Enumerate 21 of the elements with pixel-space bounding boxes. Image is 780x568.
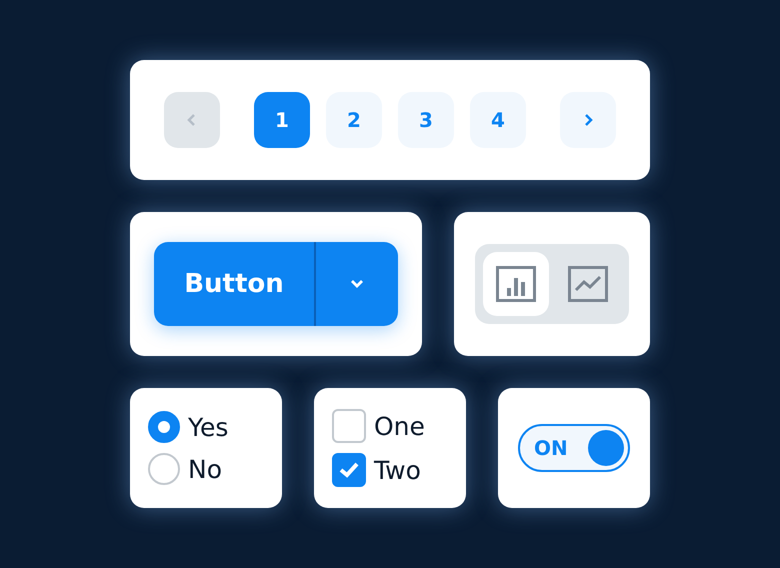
chevron-down-icon	[350, 279, 364, 289]
page-button[interactable]: 2	[326, 92, 382, 148]
bar-chart-button[interactable]	[483, 252, 549, 316]
radio-label: No	[188, 454, 222, 484]
line-chart-icon	[568, 266, 608, 302]
checkbox-label: One	[374, 412, 425, 440]
checkbox-label: Two	[374, 456, 421, 484]
radio-button[interactable]	[148, 453, 180, 485]
toggle-switch[interactable]: ON	[518, 424, 630, 472]
checkbox[interactable]	[332, 453, 366, 487]
split-button[interactable]: Button	[154, 242, 316, 326]
radio-button[interactable]	[148, 411, 180, 443]
checkmark-icon	[338, 461, 360, 479]
page-button[interactable]: 3	[398, 92, 454, 148]
bar-chart-icon	[496, 266, 536, 302]
checkbox[interactable]	[332, 409, 366, 443]
dropdown-button[interactable]	[316, 242, 398, 326]
radio-label: Yes	[188, 412, 228, 442]
page-button[interactable]: 4	[470, 92, 526, 148]
next-page-button[interactable]	[560, 92, 616, 148]
page-button[interactable]: 1	[254, 92, 310, 148]
